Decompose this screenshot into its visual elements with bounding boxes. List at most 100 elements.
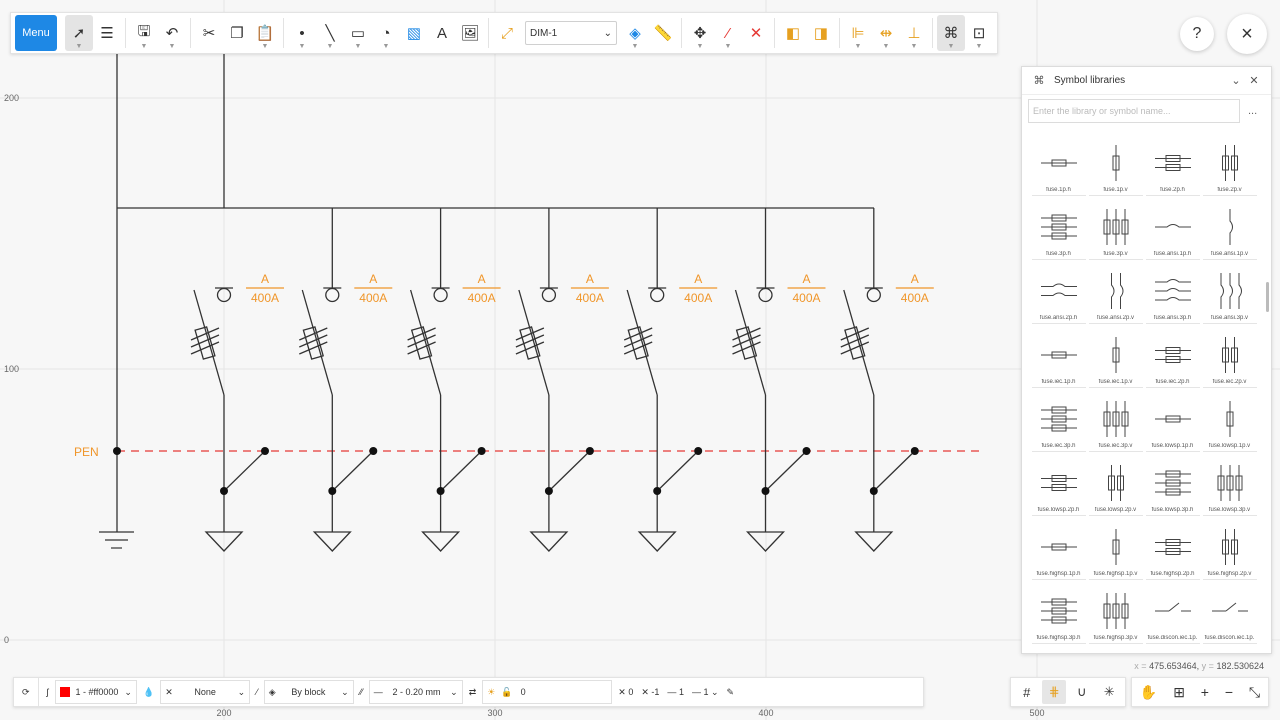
symbol-item[interactable]: fuse.ansi.2p.v bbox=[1087, 271, 1144, 335]
linestyle-button[interactable]: ⁄ bbox=[252, 680, 262, 704]
symbol-item[interactable]: fuse.ansi.3p.h bbox=[1144, 271, 1201, 335]
symbol-item[interactable]: fuse.highsp.1p.h bbox=[1030, 527, 1087, 591]
cut-button[interactable]: ✂ bbox=[195, 15, 223, 51]
block-button[interactable]: ⊡ ▼ bbox=[965, 15, 993, 51]
undo-button[interactable]: ↶ ▼ bbox=[158, 15, 186, 51]
image-tool-button[interactable]: 🖼 bbox=[456, 15, 484, 51]
symbol-item[interactable]: fuse.2p.h bbox=[1144, 143, 1201, 207]
earth-symbol bbox=[99, 531, 134, 549]
match-properties-button[interactable]: ʃ bbox=[43, 680, 53, 704]
symbol-item[interactable]: fuse.iec.1p.h bbox=[1030, 335, 1087, 399]
zoom-window-button[interactable]: ⊞ bbox=[1173, 684, 1185, 701]
symbol-item[interactable]: fuse.1p.h bbox=[1030, 143, 1087, 207]
symbol-item[interactable]: fuse.ansi.2p.h bbox=[1030, 271, 1087, 335]
zoom-in-button[interactable]: + bbox=[1201, 684, 1209, 700]
linetype-select[interactable]: ✕ None ⌄ bbox=[160, 680, 251, 704]
symbol-library-button[interactable]: ⌘ ▼ bbox=[937, 15, 965, 51]
symbol-item[interactable]: fuse.iec.2p.v bbox=[1201, 335, 1258, 399]
trim-icon: ⁄ bbox=[726, 24, 730, 42]
layer-select[interactable]: ◈ By block ⌄ bbox=[263, 680, 354, 704]
symbol-item[interactable]: fuse.discon.iec.1p. bbox=[1201, 591, 1258, 655]
hatch-tool-button[interactable]: ▧ bbox=[400, 15, 428, 51]
distribute-button[interactable]: ⇹ ▼ bbox=[872, 15, 900, 51]
move-button[interactable]: ✥ ▼ bbox=[686, 15, 714, 51]
symbol-item[interactable]: fuse.1p.v bbox=[1087, 143, 1144, 207]
pick-button[interactable]: ✎ bbox=[723, 680, 739, 704]
symbol-item[interactable]: fuse.highsp.1p.v bbox=[1087, 527, 1144, 591]
pen-link bbox=[331, 450, 374, 492]
symbol-label: fuse.2p.v bbox=[1202, 187, 1257, 196]
library-search-input[interactable] bbox=[1028, 99, 1240, 123]
point-tool-button[interactable]: • ▼ bbox=[288, 15, 316, 51]
symbol-item[interactable]: fuse.3p.h bbox=[1030, 207, 1087, 271]
pan-button[interactable]: ✋ bbox=[1140, 684, 1157, 701]
symbol-item[interactable]: fuse.2p.v bbox=[1201, 143, 1258, 207]
symbol-item[interactable]: fuse.highsp.3p.h bbox=[1030, 591, 1087, 655]
measure-angle-button[interactable]: ◈ ▼ bbox=[621, 15, 649, 51]
grid-snap-button[interactable]: # bbox=[1015, 680, 1039, 704]
symbol-item[interactable]: fuse.lowsp.3p.v bbox=[1201, 463, 1258, 527]
close-button[interactable]: × bbox=[1227, 14, 1267, 54]
object-snap-button[interactable]: ∪ bbox=[1070, 680, 1094, 704]
text-tool-button[interactable]: A bbox=[428, 15, 456, 51]
bring-front-button[interactable]: ◧ bbox=[779, 15, 807, 51]
copy-button[interactable]: ❐ bbox=[223, 15, 251, 51]
line-tool-button[interactable]: ╲ ▼ bbox=[316, 15, 344, 51]
symbol-item[interactable]: fuse.lowsp.1p.h bbox=[1144, 399, 1201, 463]
x-field[interactable]: ✕ 0 bbox=[614, 680, 637, 704]
symbol-item[interactable]: fuse.highsp.2p.h bbox=[1144, 527, 1201, 591]
paste-button[interactable]: 📋 ▼ bbox=[251, 15, 279, 51]
polar-snap-button[interactable]: ✳ bbox=[1097, 680, 1121, 704]
symbol-item[interactable]: fuse.iec.3p.v bbox=[1087, 399, 1144, 463]
properties-button[interactable]: ☰ bbox=[93, 15, 121, 51]
arc-tool-button[interactable]: ◔ ▼ bbox=[372, 15, 400, 51]
close-panel-button[interactable]: ✕ bbox=[1245, 74, 1263, 87]
trim-button[interactable]: ⁄ ▼ bbox=[714, 15, 742, 51]
symbol-item[interactable]: fuse.highsp.2p.v bbox=[1201, 527, 1258, 591]
rectangle-tool-button[interactable]: ▭ ▼ bbox=[344, 15, 372, 51]
y-field[interactable]: ✕ -1 bbox=[637, 680, 663, 704]
symbol-item[interactable]: fuse.ansi.1p.h bbox=[1144, 207, 1201, 271]
measure-button[interactable]: 📏 bbox=[649, 15, 677, 51]
save-button[interactable]: 🖫 ▼ bbox=[130, 15, 158, 51]
layer-manager-button[interactable]: ⇄ bbox=[465, 680, 481, 704]
fill-button[interactable]: 💧 bbox=[139, 680, 158, 704]
symbol-label: fuse.iec.3p.v bbox=[1088, 443, 1143, 452]
dimension-tool-button[interactable]: ⤢ bbox=[493, 15, 521, 51]
symbol-item[interactable]: fuse.iec.3p.h bbox=[1030, 399, 1087, 463]
symbol-item[interactable]: fuse.lowsp.2p.h bbox=[1030, 463, 1087, 527]
scale1-field[interactable]: — 1 bbox=[663, 680, 688, 704]
symbol-item[interactable]: fuse.3p.v bbox=[1087, 207, 1144, 271]
symbol-label: fuse.2p.h bbox=[1145, 187, 1200, 196]
symbol-item[interactable]: fuse.lowsp.2p.v bbox=[1087, 463, 1144, 527]
symbol-item[interactable]: fuse.iec.1p.v bbox=[1087, 335, 1144, 399]
panel-scrollbar[interactable] bbox=[1266, 282, 1269, 312]
dimension-style-select[interactable]: DIM-1 ⌄ bbox=[525, 21, 617, 45]
help-button[interactable]: ? bbox=[1180, 17, 1214, 51]
symbol-item[interactable]: fuse.ansi.1p.v bbox=[1201, 207, 1258, 271]
menu-button[interactable]: Menu bbox=[15, 15, 57, 51]
ortho-snap-button[interactable]: ⋕ bbox=[1042, 680, 1067, 704]
lineweight-select[interactable]: — 2 - 0.20 mm ⌄ bbox=[368, 680, 463, 704]
block-icon: ⊡ bbox=[972, 25, 986, 42]
symbol-item[interactable]: fuse.iec.2p.h bbox=[1144, 335, 1201, 399]
zoom-out-button[interactable]: − bbox=[1225, 684, 1233, 700]
zoom-extents-button[interactable]: ⤡ bbox=[1249, 684, 1260, 701]
symbol-item[interactable]: fuse.discon.iec.1p. bbox=[1144, 591, 1201, 655]
symbol-item[interactable]: fuse.lowsp.3p.h bbox=[1144, 463, 1201, 527]
select-tool-button[interactable]: ➚ ▼ bbox=[65, 15, 93, 51]
more-options-button[interactable]: ... bbox=[1248, 105, 1257, 117]
symbol-item[interactable]: fuse.ansi.3p.v bbox=[1201, 271, 1258, 335]
collapse-button[interactable]: ⌄ bbox=[1227, 74, 1245, 87]
scale2-field[interactable]: — 1 ⌄ bbox=[688, 680, 723, 704]
send-back-button[interactable]: ◨ bbox=[807, 15, 835, 51]
symbol-item[interactable]: fuse.highsp.3p.v bbox=[1087, 591, 1144, 655]
refresh-button[interactable]: ⟳ bbox=[18, 680, 34, 704]
align-left-button[interactable]: ⊫ ▼ bbox=[844, 15, 872, 51]
align-bottom-button[interactable]: ⊥ ▼ bbox=[900, 15, 928, 51]
delete-button[interactable]: ✕ bbox=[742, 15, 770, 51]
color-select[interactable]: 1 - #ff0000 ⌄ bbox=[54, 680, 137, 704]
lineweight-button[interactable]: ⁄⁄ bbox=[356, 680, 367, 704]
symbol-item[interactable]: fuse.lowsp.1p.v bbox=[1201, 399, 1258, 463]
current-layer-select[interactable]: ☀ 🔓 0 bbox=[482, 680, 613, 704]
